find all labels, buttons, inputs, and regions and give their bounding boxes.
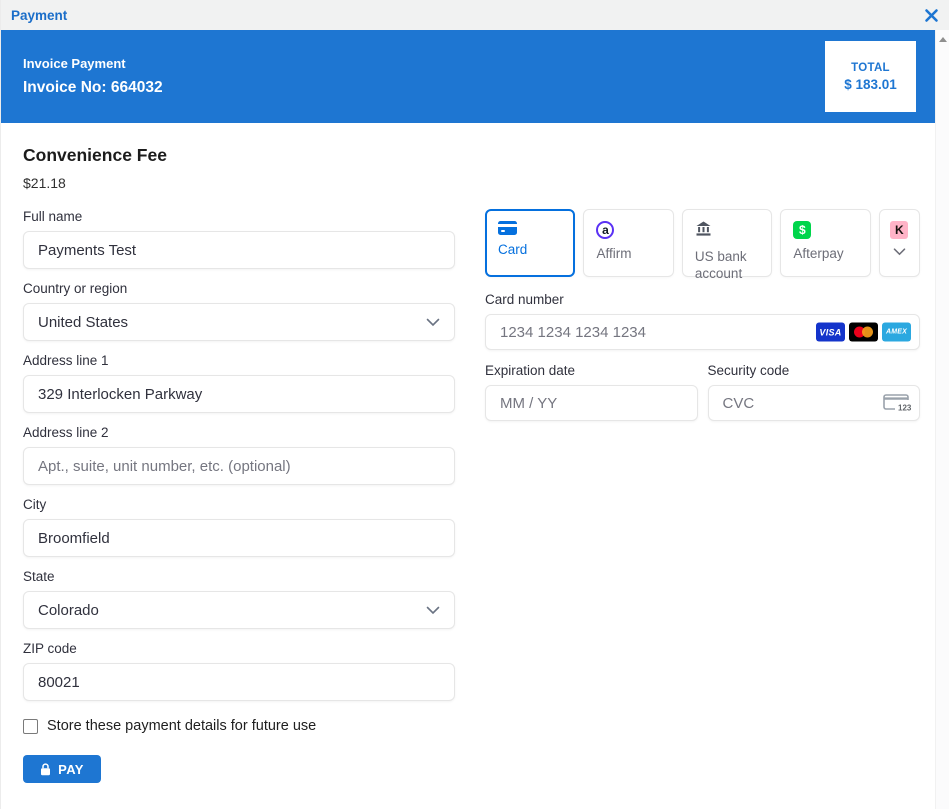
city-field[interactable]	[23, 519, 455, 557]
payment-method-tabs: Card a Affirm US bank account $ Afterpay	[485, 209, 920, 277]
store-details-label: Store these payment details for future u…	[47, 718, 316, 734]
afterpay-icon: $	[793, 221, 811, 239]
pay-button[interactable]: PAY	[23, 755, 101, 783]
card-brand-badges: VISA AMEX	[816, 323, 911, 342]
tab-us-bank-label: US bank account	[695, 249, 767, 283]
full-name-field[interactable]	[23, 231, 455, 269]
dialog-title: Payment	[11, 8, 67, 23]
pay-button-label: PAY	[58, 762, 84, 777]
card-number-label: Card number	[485, 292, 920, 307]
zip-label: ZIP code	[23, 641, 455, 656]
country-selected-value: United States	[38, 314, 128, 331]
mastercard-icon	[849, 323, 878, 342]
store-details-checkbox[interactable]	[23, 719, 38, 734]
payment-form-content: Convenience Fee $21.18 Full name Country…	[1, 123, 935, 783]
total-amount: $ 183.01	[844, 77, 897, 92]
total-label: TOTAL	[851, 62, 890, 74]
convenience-fee-amount: $21.18	[23, 175, 920, 191]
state-label: State	[23, 569, 455, 584]
chevron-down-icon	[426, 606, 440, 615]
state-selected-value: Colorado	[38, 602, 99, 619]
invoice-payment-title: Invoice Payment	[23, 56, 163, 71]
total-box: TOTAL $ 183.01	[825, 41, 916, 112]
address1-field[interactable]	[23, 375, 455, 413]
chevron-down-icon	[893, 248, 906, 256]
state-select[interactable]: Colorado	[23, 591, 455, 629]
tab-klarna-more[interactable]: K	[879, 209, 920, 277]
country-label: Country or region	[23, 281, 455, 296]
billing-address-form: Full name Country or region United State…	[23, 209, 455, 783]
tab-us-bank-account[interactable]: US bank account	[682, 209, 772, 277]
tab-card-label: Card	[498, 242, 570, 259]
tab-affirm[interactable]: a Affirm	[583, 209, 673, 277]
cvc-card-icon: 123	[881, 392, 911, 414]
dialog-titlebar: Payment	[1, 0, 949, 30]
tab-card[interactable]: Card	[485, 209, 575, 277]
klarna-icon: K	[890, 221, 908, 239]
card-icon	[498, 221, 517, 235]
vertical-scrollbar[interactable]	[935, 30, 949, 809]
invoice-banner: Invoice Payment Invoice No: 664032 TOTAL…	[1, 30, 935, 123]
address2-label: Address line 2	[23, 425, 455, 440]
city-label: City	[23, 497, 455, 512]
cvc-label: Security code	[708, 363, 921, 378]
zip-field[interactable]	[23, 663, 455, 701]
bank-icon	[695, 221, 712, 237]
tab-afterpay-label: Afterpay	[793, 246, 865, 263]
convenience-fee-title: Convenience Fee	[23, 145, 920, 166]
visa-icon: VISA	[816, 323, 845, 342]
amex-icon: AMEX	[882, 323, 911, 342]
country-select[interactable]: United States	[23, 303, 455, 341]
address2-field[interactable]	[23, 447, 455, 485]
svg-text:123: 123	[898, 404, 911, 413]
tab-affirm-label: Affirm	[596, 246, 668, 263]
payment-dialog: Payment Invoice Payment Invoice No: 6640…	[0, 0, 949, 809]
address1-label: Address line 1	[23, 353, 455, 368]
full-name-label: Full name	[23, 209, 455, 224]
scroll-up-arrow-icon[interactable]	[939, 37, 947, 42]
payment-element: Card a Affirm US bank account $ Afterpay	[485, 209, 920, 783]
tab-afterpay[interactable]: $ Afterpay	[780, 209, 870, 277]
chevron-down-icon	[426, 318, 440, 327]
expiry-label: Expiration date	[485, 363, 698, 378]
affirm-icon: a	[596, 221, 614, 239]
expiry-field[interactable]	[485, 385, 698, 421]
invoice-info: Invoice Payment Invoice No: 664032	[23, 56, 163, 97]
close-icon[interactable]	[922, 6, 940, 24]
invoice-number: Invoice No: 664032	[23, 79, 163, 97]
lock-icon	[40, 763, 51, 776]
store-details-row[interactable]: Store these payment details for future u…	[23, 718, 455, 734]
